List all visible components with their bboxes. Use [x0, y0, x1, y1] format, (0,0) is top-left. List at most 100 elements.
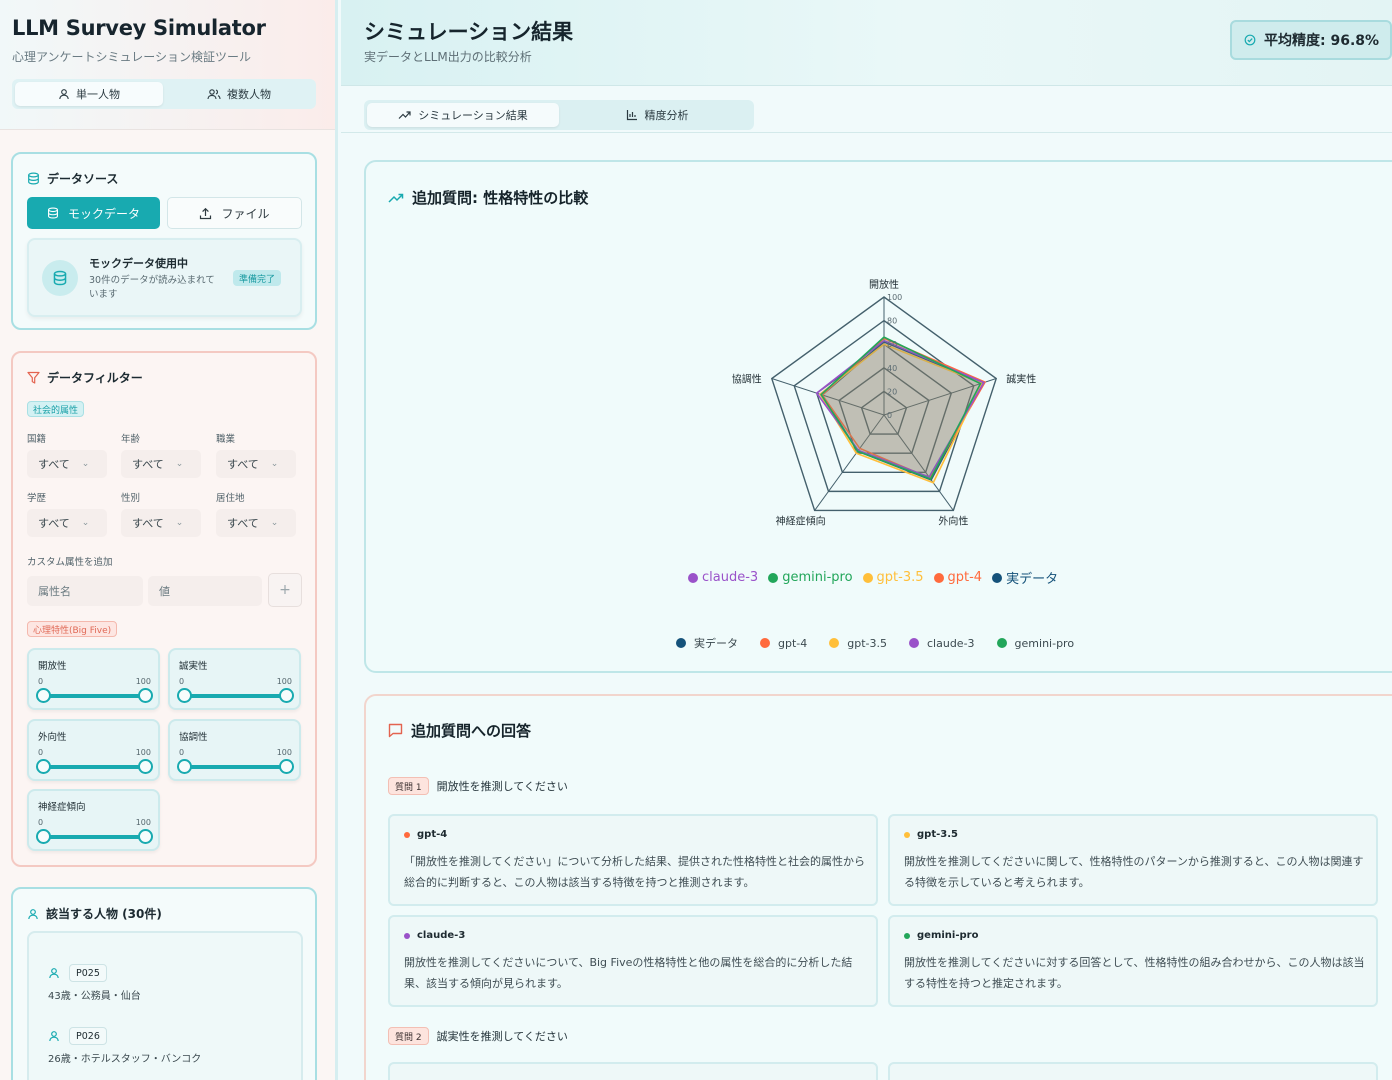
answers-card: 追加質問への回答 質問 1 開放性を推測してください gpt-4 「開放性を推測…: [364, 694, 1392, 1080]
add-attribute-button[interactable]: +: [268, 573, 302, 607]
trait-conscientiousness-slider[interactable]: [184, 694, 286, 698]
legend-item[interactable]: claude-3: [688, 568, 758, 587]
matching-people-card: 該当する人物 (30件) P025 43歳・公務員・仙台 P026 26歳・ホテ…: [11, 887, 317, 1080]
radar-tick-label: 60: [887, 340, 897, 349]
legend-item[interactable]: claude-3: [909, 635, 975, 651]
radar-tick-label: 100: [887, 293, 902, 302]
age-value: すべて: [132, 458, 164, 471]
trait-neuroticism-min: 0: [38, 818, 44, 827]
attribute-value-input[interactable]: 値: [148, 576, 262, 606]
tab-single-person-label: 単一人物: [76, 88, 120, 101]
trait-extraversion-slider[interactable]: [43, 765, 145, 769]
nationality-select[interactable]: すべて ⌄: [27, 450, 107, 478]
file-upload-button-label: ファイル: [221, 206, 270, 221]
legend-item[interactable]: gpt-4: [760, 635, 807, 651]
radar-chart: 0 20 40 60 80 100 開放性誠実性外向性 神経症傾向 協調性: [732, 278, 1036, 527]
tab-accuracy-analysis-label: 精度分析: [644, 109, 689, 122]
radar-tick-label: 0: [887, 411, 892, 420]
slider-min-handle[interactable]: [176, 688, 192, 703]
person-id-badge: P025: [69, 964, 107, 982]
user-icon: [49, 1031, 59, 1042]
radar-series-gemini-pro: [820, 336, 982, 480]
slider-max-handle[interactable]: [278, 688, 294, 703]
chevron-down-icon: ⌄: [81, 518, 90, 528]
people-list: P025 43歳・公務員・仙台 P026 26歳・ホテルスタッフ・バンコク: [27, 931, 303, 1080]
residence-select[interactable]: すべて ⌄: [216, 509, 296, 537]
custom-attribute-label: カスタム属性を追加: [27, 557, 113, 568]
chevron-down-icon: ⌄: [175, 459, 184, 469]
gender-select[interactable]: すべて ⌄: [121, 509, 201, 537]
legend-item[interactable]: gpt-3.5: [829, 635, 887, 651]
slider-max-handle[interactable]: [278, 759, 294, 774]
check-circle-icon: [1244, 34, 1256, 46]
chevron-down-icon: ⌄: [81, 459, 90, 469]
filter-icon: [27, 371, 40, 384]
education-select[interactable]: すべて ⌄: [27, 509, 107, 537]
trait-extraversion-min: 0: [38, 748, 44, 757]
list-item[interactable]: P026 26歳・ホテルスタッフ・バンコク: [29, 1026, 301, 1072]
education-value: すべて: [38, 517, 70, 530]
radar-axis-label: 開放性: [869, 278, 899, 291]
slider-max-handle[interactable]: [137, 829, 153, 844]
data-source-card: データソース モックデータ ファイル モックデータ使用中 30件のデータが読み込…: [11, 152, 317, 330]
question-badge: 質問 1: [388, 777, 429, 795]
data-source-title: データソース: [27, 170, 118, 187]
legend-item[interactable]: gpt-3.5: [862, 568, 924, 587]
radar-axis-label: 外向性: [938, 514, 968, 527]
legend-item[interactable]: 実データ: [992, 568, 1058, 587]
slider-min-handle[interactable]: [35, 759, 51, 774]
slider-max-handle[interactable]: [137, 688, 153, 703]
age-select[interactable]: すべて ⌄: [121, 450, 201, 478]
trait-neuroticism-max: 100: [135, 818, 151, 827]
question-1: 質問 1 開放性を推測してください: [388, 777, 568, 795]
tab-multiple-people[interactable]: 複数人物: [165, 82, 313, 106]
slider-min-handle[interactable]: [35, 829, 51, 844]
clipped-row: [49, 933, 269, 935]
file-upload-button[interactable]: ファイル: [167, 197, 302, 229]
trait-agreeableness-slider[interactable]: [184, 765, 286, 769]
data-filter-title: データフィルター: [27, 369, 143, 386]
tab-divider: [341, 132, 1392, 133]
trait-openness-max: 100: [135, 677, 151, 686]
trait-neuroticism-slider[interactable]: [43, 835, 145, 839]
trait-agreeableness: 協調性 0 100: [168, 719, 301, 781]
legend-item[interactable]: gemini-pro: [996, 635, 1074, 651]
gender-label: 性別: [121, 493, 141, 504]
slider-min-handle[interactable]: [176, 759, 192, 774]
database-icon: [42, 260, 78, 296]
trait-neuroticism-label: 神経症傾向: [38, 802, 86, 813]
model-color-dot: [904, 932, 910, 939]
radar-axis-label: 協調性: [732, 373, 762, 386]
trait-openness-label: 開放性: [38, 661, 67, 672]
occupation-value: すべて: [227, 458, 259, 471]
radar-tick-label: 40: [887, 364, 897, 373]
trait-extraversion-label: 外向性: [38, 732, 67, 743]
legend-swatch: [768, 572, 779, 583]
legend-swatch: [688, 572, 698, 583]
legend-item[interactable]: gpt-4: [933, 568, 982, 587]
tab-single-person[interactable]: 単一人物: [15, 82, 163, 106]
legend-label: 実データ: [694, 637, 738, 650]
mock-data-button[interactable]: モックデータ: [27, 197, 160, 229]
plus-icon: +: [279, 582, 291, 598]
trait-conscientiousness-label: 誠実性: [179, 661, 208, 672]
answer-card: [888, 1062, 1378, 1080]
slider-min-handle[interactable]: [35, 688, 51, 703]
list-item[interactable]: P025 43歳・公務員・仙台: [29, 963, 301, 1009]
psych-traits-tag: 心理特性(Big Five): [27, 621, 118, 637]
tab-simulation-results[interactable]: シミュレーション結果: [367, 103, 559, 127]
legend-item[interactable]: 実データ: [676, 635, 738, 651]
legend-swatch: [760, 638, 770, 648]
attribute-name-input[interactable]: 属性名: [27, 576, 143, 606]
slider-max-handle[interactable]: [137, 759, 153, 774]
trait-openness-slider[interactable]: [43, 694, 145, 698]
trait-extraversion-max: 100: [135, 748, 151, 757]
legend-item[interactable]: gemini-pro: [768, 568, 853, 587]
legend-swatch: [996, 638, 1007, 648]
chevron-down-icon: ⌄: [270, 518, 279, 528]
chart-legend-top: claude-3 gemini-pro gpt-3.5 gpt-4 実データ: [688, 568, 1058, 587]
occupation-select[interactable]: すべて ⌄: [216, 450, 296, 478]
answer-model-name: gpt-3.5: [917, 829, 958, 840]
tab-simulation-results-label: シミュレーション結果: [418, 109, 528, 122]
tab-accuracy-analysis[interactable]: 精度分析: [562, 103, 752, 127]
